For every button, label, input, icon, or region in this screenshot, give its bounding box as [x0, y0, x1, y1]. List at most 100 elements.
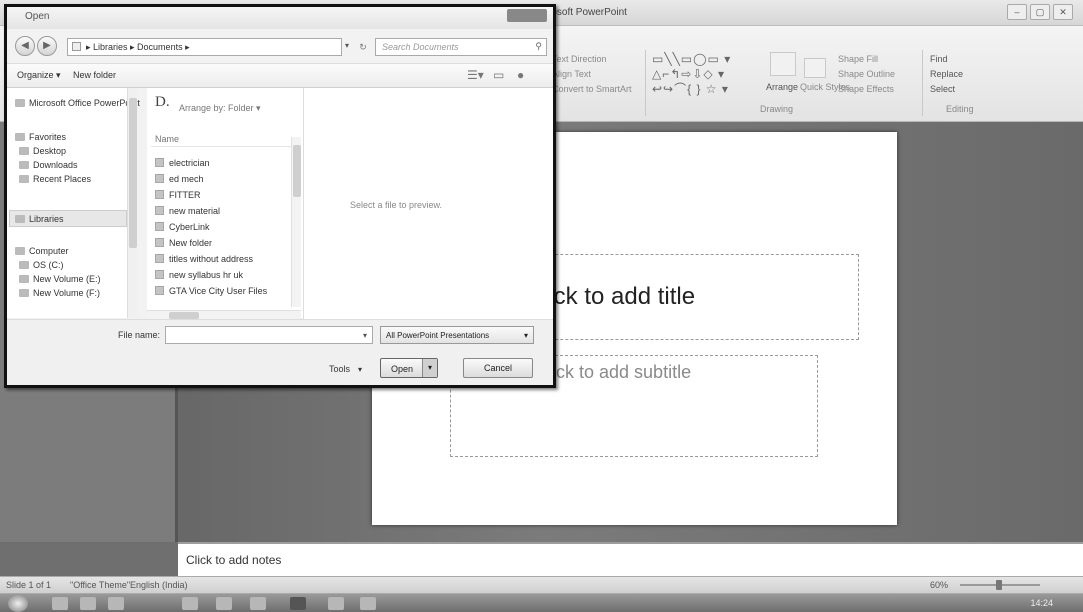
nav-item-os-c[interactable]: OS (C:): [19, 260, 64, 270]
preview-pane-icon[interactable]: ▭: [493, 68, 504, 82]
file-list-hscrollbar[interactable]: [147, 310, 301, 319]
dialog-close-button[interactable]: [507, 9, 547, 22]
nav-item-favorites[interactable]: Favorites: [15, 132, 66, 142]
theme-name: "Office Theme": [70, 580, 131, 590]
nav-scrollbar[interactable]: [127, 88, 137, 318]
folder-icon: [155, 190, 164, 199]
file-name-field[interactable]: [165, 326, 373, 344]
taskbar-app-icon[interactable]: [216, 597, 232, 610]
preview-message: Select a file to preview.: [350, 200, 443, 210]
select-button[interactable]: Select: [930, 84, 955, 94]
title-placeholder-text: lick to add title: [543, 283, 696, 310]
notes-placeholder-text: Click to add notes: [186, 553, 282, 567]
text-direction-button[interactable]: Text Direction: [552, 54, 607, 64]
tray-clock[interactable]: 14:24: [1030, 598, 1053, 608]
forward-icon[interactable]: ▶: [37, 36, 57, 56]
column-divider: [151, 146, 291, 147]
taskbar-app-icon[interactable]: [182, 597, 198, 610]
drive-icon: [19, 289, 29, 297]
file-list-scrollbar[interactable]: [291, 137, 301, 307]
file-list-hscrollbar-thumb[interactable]: [169, 312, 199, 319]
help-icon[interactable]: ●: [517, 68, 524, 82]
arrange-by-dropdown[interactable]: Arrange by: Folder ▾: [179, 103, 261, 114]
ribbon-separator: [922, 50, 923, 116]
quick-styles-icon: [804, 58, 826, 78]
open-button[interactable]: Open ▾: [380, 358, 438, 378]
tools-button[interactable]: Tools ▾: [329, 364, 362, 374]
address-bar[interactable]: ▸ Libraries ▸ Documents ▸: [67, 38, 342, 56]
open-dialog: Open ◀ ▶ ▸ Libraries ▸ Documents ▸ ▾ ↻ S…: [4, 4, 556, 388]
zoom-slider[interactable]: [960, 580, 1040, 590]
refresh-icon[interactable]: ↻: [355, 38, 371, 56]
close-button[interactable]: ✕: [1053, 4, 1073, 20]
file-list-scrollbar-thumb[interactable]: [293, 145, 301, 197]
list-item[interactable]: New folder: [155, 238, 212, 248]
shape-effects-button[interactable]: Shape Effects: [838, 84, 894, 94]
file-list-pane: D. Arrange by: Folder ▾ Name electrician…: [147, 88, 303, 318]
nav-item-libraries[interactable]: Libraries: [15, 214, 64, 224]
file-type-select[interactable]: All PowerPoint Presentations ▾: [380, 326, 534, 344]
shapes-gallery[interactable]: ▭╲╲▭◯▭ ▾ △⌐↰⇨⇩◇ ▾ ↩↪⌒{ } ☆ ▾: [652, 52, 731, 97]
nav-item-office[interactable]: Microsoft Office PowerPoint: [15, 98, 140, 108]
nav-item-downloads[interactable]: Downloads: [19, 160, 78, 170]
list-item[interactable]: electrician: [155, 158, 210, 168]
align-text-button[interactable]: Align Text: [552, 69, 591, 79]
search-placeholder: Search Documents: [382, 42, 459, 52]
nav-item-desktop[interactable]: Desktop: [19, 146, 66, 156]
list-item[interactable]: new syllabus hr uk: [155, 270, 243, 280]
nav-item-volume-e[interactable]: New Volume (E:): [19, 274, 101, 284]
replace-button[interactable]: Replace: [930, 69, 963, 79]
desktop-icon: [19, 147, 29, 155]
taskbar-app-icon[interactable]: [328, 597, 344, 610]
status-bar: Slide 1 of 1 "Office Theme" English (Ind…: [0, 576, 1083, 593]
list-item[interactable]: CyberLink: [155, 222, 210, 232]
shapes-row-3: ↩↪⌒{ } ☆ ▾: [652, 82, 729, 96]
nav-item-recent-places[interactable]: Recent Places: [19, 174, 91, 184]
shape-fill-button[interactable]: Shape Fill: [838, 54, 878, 64]
taskbar-explorer-icon[interactable]: [80, 597, 96, 610]
views-icon[interactable]: ☰▾: [467, 68, 484, 82]
list-item[interactable]: titles without address: [155, 254, 253, 264]
shape-outline-button[interactable]: Shape Outline: [838, 69, 895, 79]
minimize-button[interactable]: –: [1007, 4, 1027, 20]
preview-pane: Select a file to preview.: [303, 88, 553, 319]
shapes-row-1: ▭╲╲▭◯▭ ▾: [652, 52, 732, 66]
taskbar-ie-icon[interactable]: [52, 597, 68, 610]
zoom-slider-thumb[interactable]: [996, 580, 1002, 590]
name-column-header[interactable]: Name: [155, 134, 179, 144]
list-item[interactable]: GTA Vice City User Files: [155, 286, 267, 296]
file-name-dropdown-icon[interactable]: ▾: [363, 331, 367, 340]
list-item[interactable]: new material: [155, 206, 220, 216]
dialog-address-row: ◀ ▶ ▸ Libraries ▸ Documents ▸ ▾ ↻ Search…: [7, 29, 553, 63]
cancel-button[interactable]: Cancel: [463, 358, 533, 378]
notes-pane[interactable]: Click to add notes: [178, 542, 1083, 576]
address-dropdown-icon[interactable]: ▾: [345, 41, 349, 50]
language-indicator[interactable]: English (India): [130, 580, 188, 590]
list-item[interactable]: ed mech: [155, 174, 204, 184]
list-item[interactable]: FITTER: [155, 190, 201, 200]
taskbar-app-icon[interactable]: [250, 597, 266, 610]
zoom-level[interactable]: 60%: [930, 580, 948, 590]
new-folder-button[interactable]: New folder: [73, 70, 116, 80]
back-icon[interactable]: ◀: [15, 36, 35, 56]
organize-button[interactable]: Organize ▾: [17, 70, 61, 81]
nav-item-volume-f[interactable]: New Volume (F:): [19, 288, 100, 298]
find-button[interactable]: Find: [930, 54, 948, 64]
taskbar-app-icon[interactable]: [360, 597, 376, 610]
start-button[interactable]: [8, 595, 28, 612]
open-button-label: Open: [391, 364, 414, 374]
dialog-toolbar: Organize ▾ New folder ☰▾ ▭ ●: [7, 63, 553, 88]
search-input[interactable]: Search Documents ⚲: [375, 38, 547, 56]
taskbar-media-icon[interactable]: [108, 597, 124, 610]
drawing-group-label: Drawing: [760, 104, 794, 114]
arrange-button[interactable]: Arrange: [766, 82, 798, 92]
maximize-button[interactable]: ▢: [1030, 4, 1050, 20]
file-type-value: All PowerPoint Presentations: [386, 331, 490, 340]
slide-counter: Slide 1 of 1: [6, 580, 52, 590]
open-dropdown-icon[interactable]: ▾: [422, 359, 437, 377]
taskbar-powerpoint-icon[interactable]: [290, 597, 306, 610]
nav-item-computer[interactable]: Computer: [15, 246, 69, 256]
nav-scrollbar-thumb[interactable]: [129, 98, 137, 248]
window-controls: – ▢ ✕: [1007, 4, 1073, 20]
convert-smartart-button[interactable]: Convert to SmartArt: [552, 84, 632, 94]
